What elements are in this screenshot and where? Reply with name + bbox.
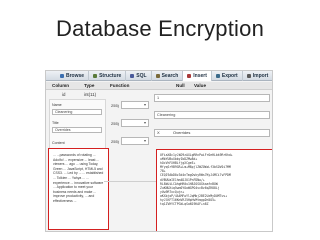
connector-line <box>104 181 156 182</box>
tab-insert[interactable]: Insert <box>183 71 212 81</box>
chevron-down-icon: ▾ <box>143 138 146 143</box>
tab-structure[interactable]: Structure <box>89 71 127 81</box>
value-title-field[interactable]: X Overrides <box>154 129 270 137</box>
sql-icon <box>130 74 135 78</box>
function-select[interactable]: ▾ <box>121 137 149 145</box>
length-label: 255) <box>111 103 120 108</box>
content-ciphertext[interactable]: UFiaX8c1yJkD9zAXLgRRnPwiFrOeHLbk9RrKhd+ … <box>160 153 271 206</box>
tab-export[interactable]: Export <box>212 71 243 81</box>
tab-label: Search <box>161 73 179 79</box>
phpmyadmin-screenshot: Browse Structure SQL Search Insert Expor… <box>45 70 273 232</box>
function-header: Function <box>110 83 130 88</box>
slide-title: Database Encryption <box>55 16 265 41</box>
import-icon <box>246 74 251 78</box>
id-column-name: id <box>62 92 66 97</box>
value-name-field[interactable]: Cleanering <box>154 111 270 119</box>
tab-sql[interactable]: SQL <box>126 71 152 81</box>
id-column-type: int(11) <box>84 92 97 97</box>
tab-search[interactable]: Search <box>152 71 184 81</box>
chevron-down-icon: ▾ <box>143 102 146 107</box>
column-header: Column <box>52 83 70 88</box>
tab-label: Browse <box>66 73 85 79</box>
ciphertext-highlight: UFiaX8c1yJkD9zAXLgRRnPwiFrOeHLbk9RrKhd+ … <box>156 149 272 231</box>
column-header-row: Column Type Function Null Value <box>46 82 272 90</box>
function-select[interactable]: ▾ <box>121 101 149 109</box>
title-field[interactable]: Overrides <box>52 127 102 133</box>
tab-label: SQL <box>136 73 147 79</box>
export-icon <box>215 74 220 78</box>
value-id-field[interactable]: 1 <box>154 94 270 102</box>
chevron-down-icon: ▾ <box>143 120 146 125</box>
value-header: Value <box>194 83 207 88</box>
browse-icon <box>60 74 64 78</box>
content-plaintext[interactable]: ... ...passwords of rotating ... Adolfo!… <box>53 153 105 204</box>
search-icon <box>155 74 160 78</box>
length-label: 255) <box>111 121 120 126</box>
title-prefix: X <box>157 130 160 135</box>
title-label: Title <box>52 121 59 125</box>
name-label: Name <box>52 103 62 107</box>
tab-label: Structure <box>99 73 122 79</box>
insert-icon <box>187 74 192 78</box>
title-value: Overrides <box>173 130 191 135</box>
tab-browse[interactable]: Browse <box>56 71 90 81</box>
content-plaintext-highlight: ... ...passwords of rotating ... Adolfo!… <box>48 148 109 230</box>
tab-label: Insert <box>193 73 207 79</box>
tab-bar: Browse Structure SQL Search Insert Expor… <box>46 71 272 81</box>
name-field[interactable]: Cleanering <box>52 109 102 115</box>
null-header: Null <box>176 83 185 88</box>
length-label: 255) <box>111 139 120 144</box>
tab-import[interactable]: Import <box>243 71 272 81</box>
tab-label: Export <box>221 73 238 79</box>
structure-icon <box>93 74 98 78</box>
content-label: Content <box>52 141 65 145</box>
type-header: Type <box>84 83 95 88</box>
tab-label: Import <box>252 73 269 79</box>
function-select[interactable]: ▾ <box>121 119 149 127</box>
